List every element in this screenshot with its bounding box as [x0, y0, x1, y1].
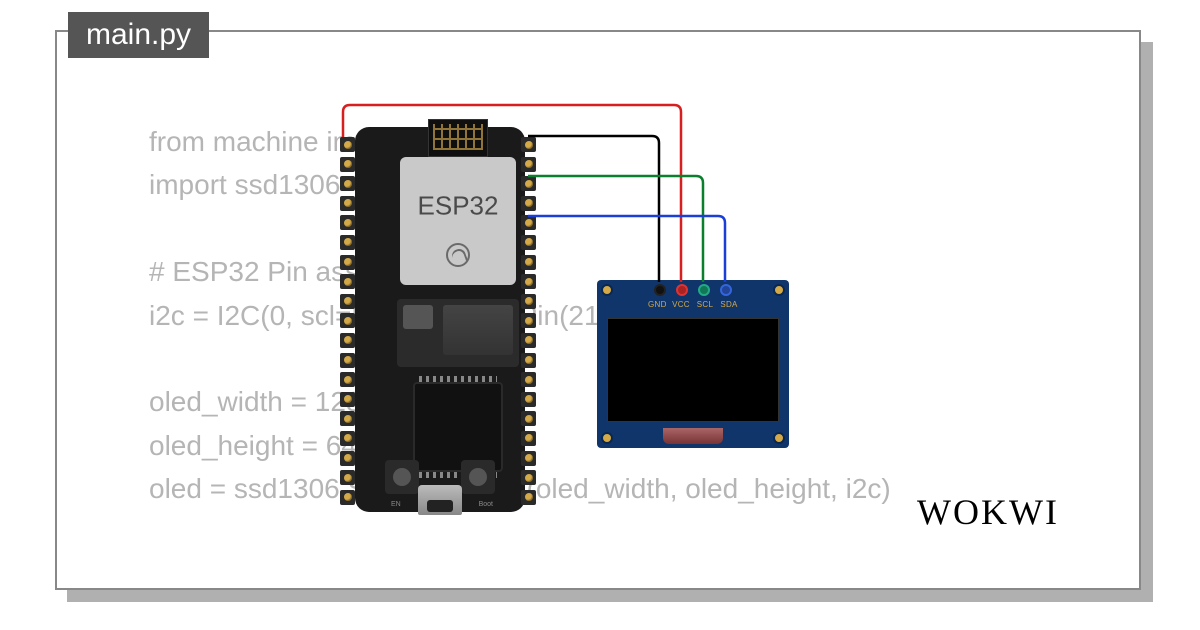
esp32-regulator-area	[397, 299, 519, 367]
esp32-pin[interactable]	[340, 137, 355, 152]
esp32-pin[interactable]	[521, 274, 536, 289]
esp32-board[interactable]: ESP32 EN Boot	[337, 127, 542, 512]
oled-label-scl: SCL	[696, 300, 714, 309]
oled-label-sda: SDA	[720, 300, 738, 309]
oled-pin-vcc[interactable]	[676, 284, 688, 296]
esp32-shield-label: ESP32	[418, 190, 499, 221]
oled-screen	[607, 318, 779, 422]
esp32-shield: ESP32	[400, 157, 516, 285]
esp32-pin[interactable]	[521, 392, 536, 407]
oled-mount-hole	[601, 432, 613, 444]
esp32-pcb: ESP32 EN Boot	[355, 127, 525, 512]
esp32-pin[interactable]	[521, 196, 536, 211]
esp32-pin[interactable]	[340, 215, 355, 230]
esp32-pin[interactable]	[340, 353, 355, 368]
oled-mount-hole	[773, 284, 785, 296]
esp32-pin[interactable]	[340, 372, 355, 387]
esp32-pin[interactable]	[340, 176, 355, 191]
oled-pin-scl[interactable]	[698, 284, 710, 296]
code-line-8: oled_height = 64	[149, 430, 357, 461]
esp32-pin[interactable]	[521, 411, 536, 426]
esp32-pin[interactable]	[340, 392, 355, 407]
esp32-pin[interactable]	[340, 490, 355, 505]
oled-pin-sda[interactable]	[720, 284, 732, 296]
oled-pin-header[interactable]	[654, 284, 732, 296]
esp32-pin[interactable]	[340, 196, 355, 211]
esp32-pin[interactable]	[521, 313, 536, 328]
esp32-pin[interactable]	[521, 372, 536, 387]
esp32-pin[interactable]	[340, 431, 355, 446]
esp32-pin[interactable]	[340, 255, 355, 270]
esp32-pin[interactable]	[340, 274, 355, 289]
esp32-pin[interactable]	[521, 176, 536, 191]
esp32-pin[interactable]	[521, 333, 536, 348]
esp32-pin[interactable]	[521, 294, 536, 309]
esp32-pin[interactable]	[521, 470, 536, 485]
esp32-pin[interactable]	[340, 411, 355, 426]
code-line-7: oled_width = 128	[149, 386, 362, 417]
oled-label-gnd: GND	[648, 300, 666, 309]
esp32-usb-chip	[413, 382, 503, 472]
esp32-boot-button[interactable]	[461, 460, 495, 494]
esp32-pin[interactable]	[521, 157, 536, 172]
esp32-en-button[interactable]	[385, 460, 419, 494]
esp32-pin[interactable]	[340, 235, 355, 250]
esp32-pin[interactable]	[340, 470, 355, 485]
esp32-pins-left[interactable]	[340, 137, 358, 505]
esp32-pin[interactable]	[521, 215, 536, 230]
esp32-pin[interactable]	[521, 353, 536, 368]
esp32-pin[interactable]	[521, 235, 536, 250]
esp32-antenna	[428, 119, 488, 157]
editor-card: from machine import Pin, I2C import ssd1…	[55, 30, 1141, 590]
esp32-pin[interactable]	[521, 255, 536, 270]
file-tab[interactable]: main.py	[68, 12, 209, 58]
oled-module[interactable]: GND VCC SCL SDA	[597, 280, 789, 448]
esp32-pin[interactable]	[340, 333, 355, 348]
esp32-pin[interactable]	[340, 157, 355, 172]
esp32-pins-right[interactable]	[521, 137, 539, 505]
esp32-pin[interactable]	[521, 137, 536, 152]
oled-pin-labels: GND VCC SCL SDA	[648, 300, 738, 309]
esp32-pin[interactable]	[340, 313, 355, 328]
file-tab-label: main.py	[86, 18, 191, 51]
esp32-usb-port	[418, 485, 462, 515]
espressif-logo-icon	[446, 243, 470, 267]
esp32-boot-label: Boot	[479, 501, 493, 508]
esp32-pin[interactable]	[521, 451, 536, 466]
esp32-en-label: EN	[391, 501, 401, 508]
oled-pin-gnd[interactable]	[654, 284, 666, 296]
oled-mount-hole	[773, 432, 785, 444]
esp32-pin[interactable]	[521, 490, 536, 505]
oled-label-vcc: VCC	[672, 300, 690, 309]
esp32-pin[interactable]	[521, 431, 536, 446]
code-line-2: import ssd1306	[149, 169, 340, 200]
oled-mount-hole	[601, 284, 613, 296]
oled-flex-cable	[663, 428, 723, 444]
esp32-pin[interactable]	[340, 451, 355, 466]
esp32-pin[interactable]	[340, 294, 355, 309]
wokwi-brand: WOKWI	[917, 491, 1059, 533]
